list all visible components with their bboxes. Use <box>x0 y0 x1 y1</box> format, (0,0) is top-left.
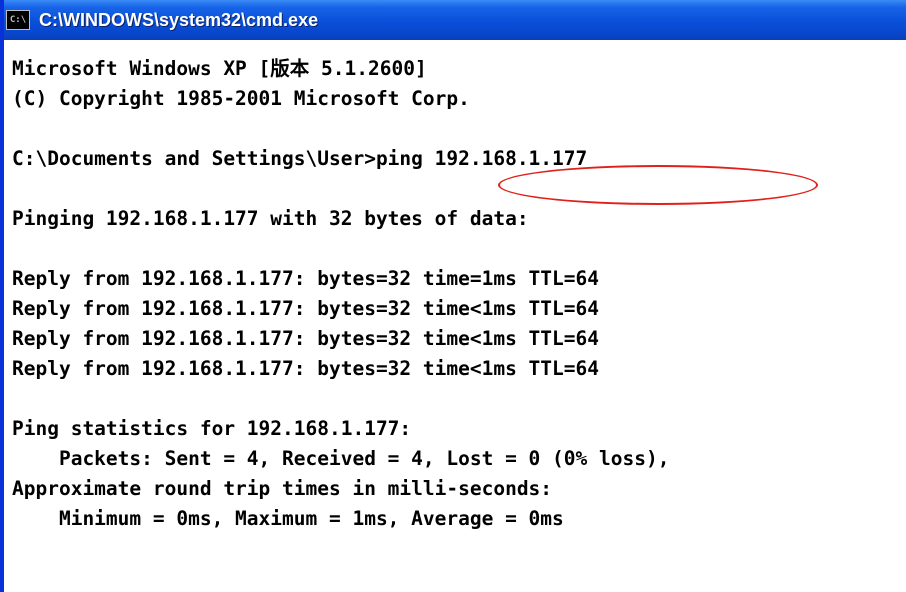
cmd-window: C:\ C:\WINDOWS\system32\cmd.exe Microsof… <box>0 0 906 592</box>
title-bar[interactable]: C:\ C:\WINDOWS\system32\cmd.exe <box>4 0 906 40</box>
cmd-console-icon[interactable]: C:\ <box>6 10 30 30</box>
console-line-6: Pinging 192.168.1.177 with 32 bytes of d… <box>12 207 529 230</box>
console-line-15: Approximate round trip times in milli-se… <box>12 477 553 500</box>
console-line-14: Packets: Sent = 4, Received = 4, Lost = … <box>12 447 670 470</box>
window-title: C:\WINDOWS\system32\cmd.exe <box>39 9 319 30</box>
console-line-1: Microsoft Windows XP [版本 5.1.2600] <box>12 57 427 80</box>
console-line-9: Reply from 192.168.1.177: bytes=32 time<… <box>12 297 599 320</box>
console-line-4: C:\Documents and Settings\User>ping 192.… <box>12 147 588 170</box>
console-line-8: Reply from 192.168.1.177: bytes=32 time=… <box>12 267 599 290</box>
console-line-2: (C) Copyright 1985-2001 Microsoft Corp. <box>12 87 470 110</box>
console-output[interactable]: Microsoft Windows XP [版本 5.1.2600] (C) C… <box>8 40 906 592</box>
console-line-10: Reply from 192.168.1.177: bytes=32 time<… <box>12 327 599 350</box>
console-line-11: Reply from 192.168.1.177: bytes=32 time<… <box>12 357 599 380</box>
console-line-16: Minimum = 0ms, Maximum = 1ms, Average = … <box>12 507 564 530</box>
console-line-13: Ping statistics for 192.168.1.177: <box>12 417 412 440</box>
